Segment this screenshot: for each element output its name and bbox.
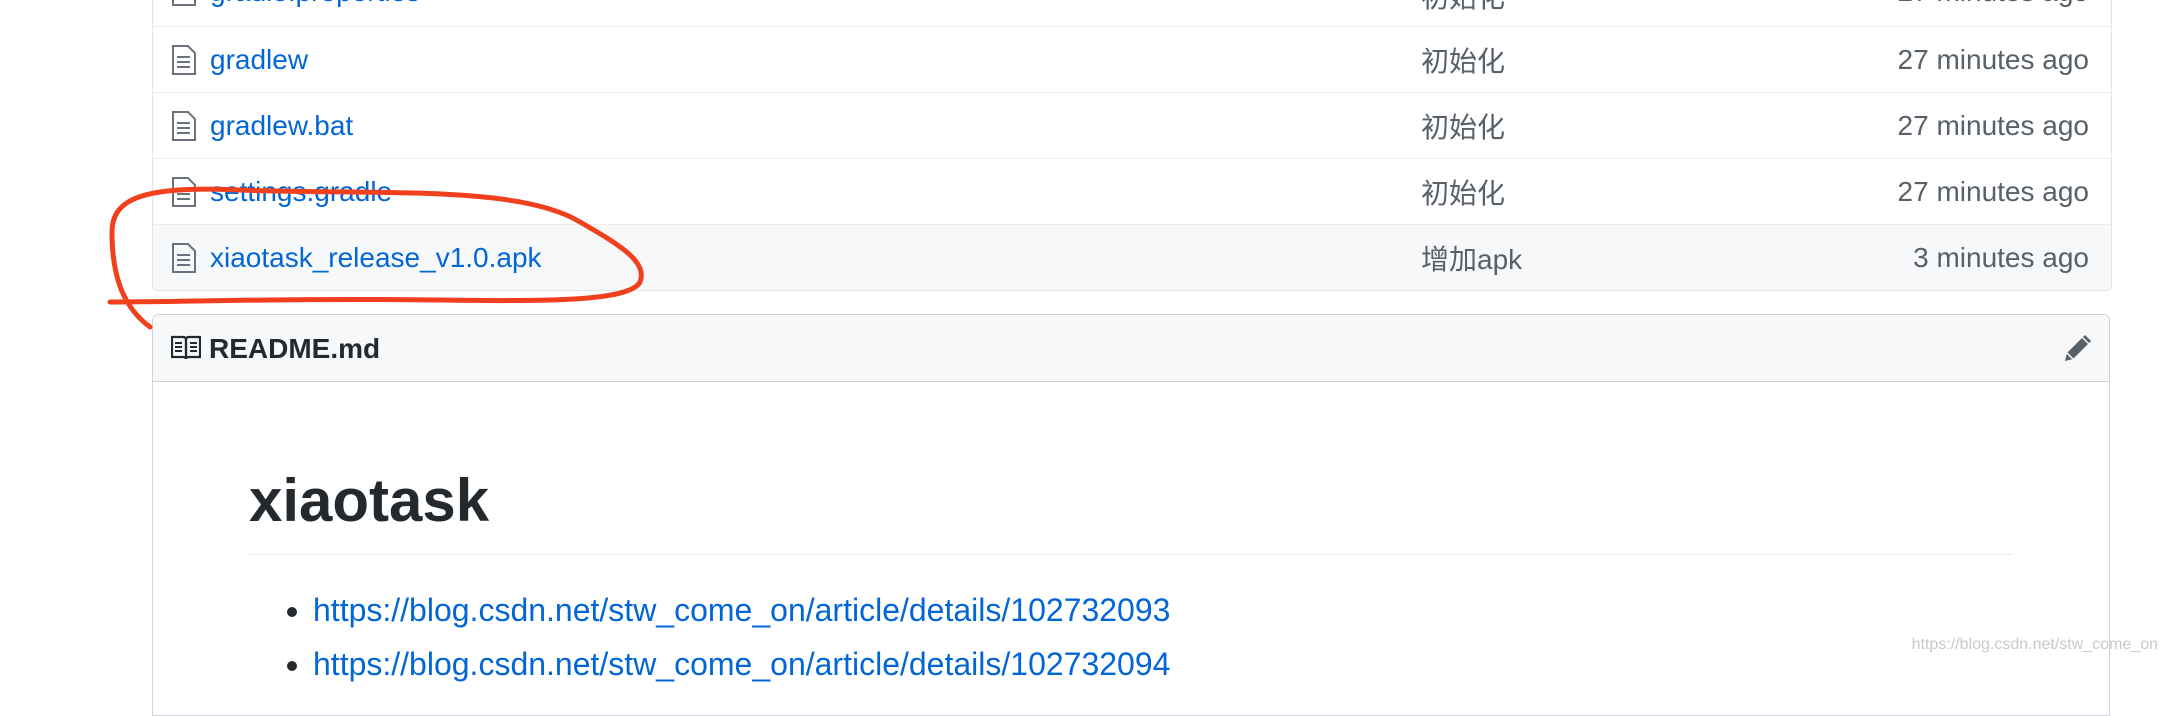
file-icon [171,242,197,273]
commit-message-link[interactable]: 增加apk [1421,238,1522,278]
file-name-link[interactable]: settings.gradle [210,176,392,208]
file-age: 27 minutes ago [1898,0,2089,8]
file-icon [171,110,197,141]
readme-filename: README.md [209,333,381,364]
readme-heading: xiaotask [249,468,2013,555]
file-name-link[interactable]: gradlew.bat [210,110,353,142]
file-icon [171,176,197,207]
article-link[interactable]: https://blog.csdn.net/stw_come_on/articl… [313,592,1170,628]
readme-header: README.md [153,315,2109,382]
list-item: https://blog.csdn.net/stw_come_on/articl… [313,583,2013,637]
commit-message-link[interactable]: 初始化 [1421,0,1505,16]
list-item: https://blog.csdn.net/stw_come_on/articl… [313,637,2013,691]
file-age: 27 minutes ago [1897,109,2089,141]
watermark: https://blog.csdn.net/stw_come_on [1911,636,2158,653]
file-row-highlighted[interactable]: xiaotask_release_v1.0.apk 增加apk 3 minute… [153,224,2111,290]
file-row[interactable]: gradle.properties 初始化 27 minutes ago [153,0,2111,26]
file-name-link[interactable]: gradlew [210,44,308,76]
file-name-link[interactable]: gradle.properties [210,0,420,8]
readme-panel: README.md xiaotask https://blog.csdn.net… [152,314,2110,716]
file-age: 27 minutes ago [1897,43,2089,75]
commit-message-link[interactable]: 初始化 [1421,172,1505,212]
file-row[interactable]: gradlew 初始化 27 minutes ago [153,26,2111,92]
file-name-link[interactable]: xiaotask_release_v1.0.apk [210,242,542,274]
readme-content: xiaotask https://blog.csdn.net/stw_come_… [153,468,2109,692]
article-link[interactable]: https://blog.csdn.net/stw_come_on/articl… [313,646,1170,682]
file-age: 27 minutes ago [1897,175,2089,207]
file-icon [171,0,197,6]
file-age: 3 minutes ago [1913,241,2089,273]
file-row[interactable]: gradlew.bat 初始化 27 minutes ago [153,92,2111,158]
commit-message-link[interactable]: 初始化 [1421,40,1505,80]
book-icon [171,335,201,361]
file-list: gradle.properties 初始化 27 minutes ago gra… [152,0,2112,291]
readme-link-list: https://blog.csdn.net/stw_come_on/articl… [249,583,2013,692]
file-icon [171,44,197,75]
file-row[interactable]: settings.gradle 初始化 27 minutes ago [153,158,2111,224]
commit-message-link[interactable]: 初始化 [1421,106,1505,146]
pencil-icon[interactable] [2061,333,2093,365]
